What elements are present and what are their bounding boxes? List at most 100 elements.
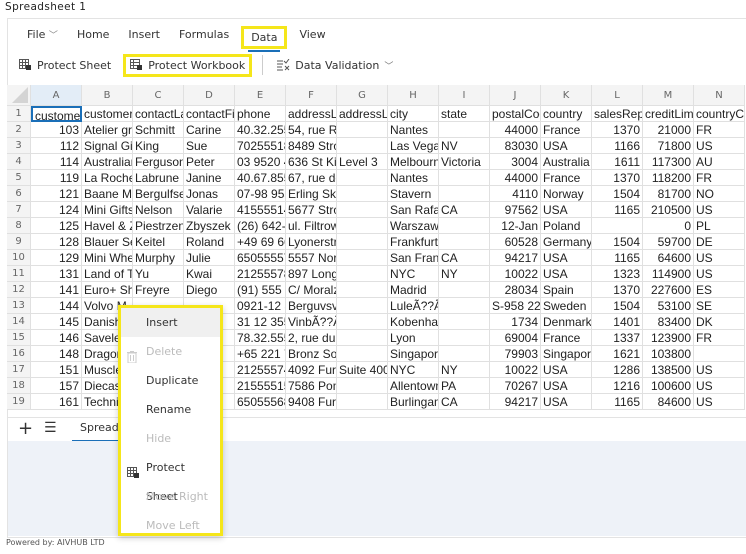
cell[interactable]: 1370: [592, 122, 643, 138]
row-header[interactable]: 17: [7, 362, 31, 378]
cell[interactable]: 83030: [490, 138, 541, 154]
cell[interactable]: DK: [694, 314, 745, 330]
cell[interactable]: 148: [31, 346, 82, 362]
cell[interactable]: LuleÃ??Ã?: [388, 298, 439, 314]
column-header-m[interactable]: M: [643, 85, 694, 106]
cell[interactable]: Julie: [184, 250, 235, 266]
cell[interactable]: Singapore: [388, 346, 439, 362]
cell[interactable]: Lyonerstr. 34: [286, 234, 337, 250]
cell[interactable]: 1734: [490, 314, 541, 330]
cell[interactable]: 2125557413: [235, 362, 286, 378]
cell[interactable]: 227600: [643, 282, 694, 298]
cell[interactable]: Valarie: [184, 202, 235, 218]
cell[interactable]: CA: [439, 394, 490, 410]
cell[interactable]: Piestrzeniewicz: [133, 218, 184, 234]
cell[interactable]: Baane Mini Imports: [82, 186, 133, 202]
cell[interactable]: USA: [541, 138, 592, 154]
context-menu-item-hide[interactable]: Hide: [121, 424, 220, 453]
cell[interactable]: [337, 138, 388, 154]
cell[interactable]: Havel & Zbyszek Co: [82, 218, 133, 234]
context-menu-item-rename[interactable]: Rename: [121, 395, 220, 424]
cell[interactable]: 161: [31, 394, 82, 410]
cell[interactable]: 44000: [490, 122, 541, 138]
row-header[interactable]: 5: [7, 170, 31, 186]
cell[interactable]: Stavern: [388, 186, 439, 202]
cell[interactable]: 3004: [490, 154, 541, 170]
cell[interactable]: NYC: [388, 362, 439, 378]
cell[interactable]: 1166: [592, 138, 643, 154]
cell[interactable]: 1370: [592, 282, 643, 298]
cell[interactable]: 31 12 3555: [235, 314, 286, 330]
cell[interactable]: FR: [694, 170, 745, 186]
cell[interactable]: Freyre: [133, 282, 184, 298]
cell[interactable]: 128: [31, 234, 82, 250]
cell[interactable]: Sweden: [541, 298, 592, 314]
plus-icon[interactable]: +: [18, 418, 33, 439]
context-menu-item-move-right[interactable]: Move Right: [121, 482, 220, 511]
row-header[interactable]: 4: [7, 154, 31, 170]
cell[interactable]: 117300: [643, 154, 694, 170]
cell[interactable]: [694, 346, 745, 362]
data-validation-button[interactable]: Data Validation ﹀: [273, 57, 397, 74]
cell[interactable]: 123900: [643, 330, 694, 346]
row-header[interactable]: 7: [7, 202, 31, 218]
row-header[interactable]: 3: [7, 138, 31, 154]
cell[interactable]: 70267: [490, 378, 541, 394]
menu-view[interactable]: View: [292, 26, 332, 49]
cell[interactable]: 59700: [643, 234, 694, 250]
cell[interactable]: Burlingame: [388, 394, 439, 410]
cell[interactable]: Peter: [184, 154, 235, 170]
cell[interactable]: 103800: [643, 346, 694, 362]
cell[interactable]: 07-98 9555: [235, 186, 286, 202]
cell[interactable]: 4110: [490, 186, 541, 202]
column-header-g[interactable]: G: [337, 85, 388, 106]
row-header[interactable]: 2: [7, 122, 31, 138]
cell[interactable]: 69004: [490, 330, 541, 346]
cell[interactable]: 103: [31, 122, 82, 138]
cell[interactable]: [337, 330, 388, 346]
cell[interactable]: customerNumber: [31, 106, 82, 122]
row-header[interactable]: 18: [7, 378, 31, 394]
cell[interactable]: 144: [31, 298, 82, 314]
column-header-h[interactable]: H: [388, 85, 439, 106]
cell[interactable]: 1370: [592, 170, 643, 186]
cell[interactable]: 2125557818: [235, 266, 286, 282]
column-header-j[interactable]: J: [490, 85, 541, 106]
cell[interactable]: Kwai: [184, 266, 235, 282]
cell[interactable]: SE: [694, 298, 745, 314]
cell[interactable]: Nantes: [388, 122, 439, 138]
cell[interactable]: salesRepEmployeeNumber: [592, 106, 643, 122]
column-header-i[interactable]: I: [439, 85, 490, 106]
cell[interactable]: France: [541, 170, 592, 186]
column-header-c[interactable]: C: [133, 85, 184, 106]
cell[interactable]: 129: [31, 250, 82, 266]
cell[interactable]: addressLine2: [337, 106, 388, 122]
cell[interactable]: 21000: [643, 122, 694, 138]
cell[interactable]: Sue: [184, 138, 235, 154]
cell[interactable]: 53100: [643, 298, 694, 314]
cell[interactable]: S-958 22: [490, 298, 541, 314]
cell[interactable]: 5677 Strong St.: [286, 202, 337, 218]
cell[interactable]: [337, 218, 388, 234]
cell[interactable]: 118200: [643, 170, 694, 186]
cell[interactable]: US: [694, 266, 745, 282]
column-header-n[interactable]: N: [694, 85, 745, 106]
cell[interactable]: 210500: [643, 202, 694, 218]
cell[interactable]: BerguvsvÃ: [286, 298, 337, 314]
cell[interactable]: NY: [439, 266, 490, 282]
cell[interactable]: 114: [31, 154, 82, 170]
cell[interactable]: +65 221 7555: [235, 346, 286, 362]
cell[interactable]: [337, 122, 388, 138]
cell[interactable]: Erling Skakkes gate 78: [286, 186, 337, 202]
cell[interactable]: 0921-12 3555: [235, 298, 286, 314]
cell[interactable]: US: [694, 138, 745, 154]
cell[interactable]: 1504: [592, 298, 643, 314]
cell[interactable]: Victoria: [439, 154, 490, 170]
cell[interactable]: AU: [694, 154, 745, 170]
cell[interactable]: 1504: [592, 234, 643, 250]
cell[interactable]: Australian Collectors, Co.: [82, 154, 133, 170]
cell[interactable]: ES: [694, 282, 745, 298]
cell[interactable]: 60528: [490, 234, 541, 250]
column-header-l[interactable]: L: [592, 85, 643, 106]
cell[interactable]: 4092 Furth Circle: [286, 362, 337, 378]
